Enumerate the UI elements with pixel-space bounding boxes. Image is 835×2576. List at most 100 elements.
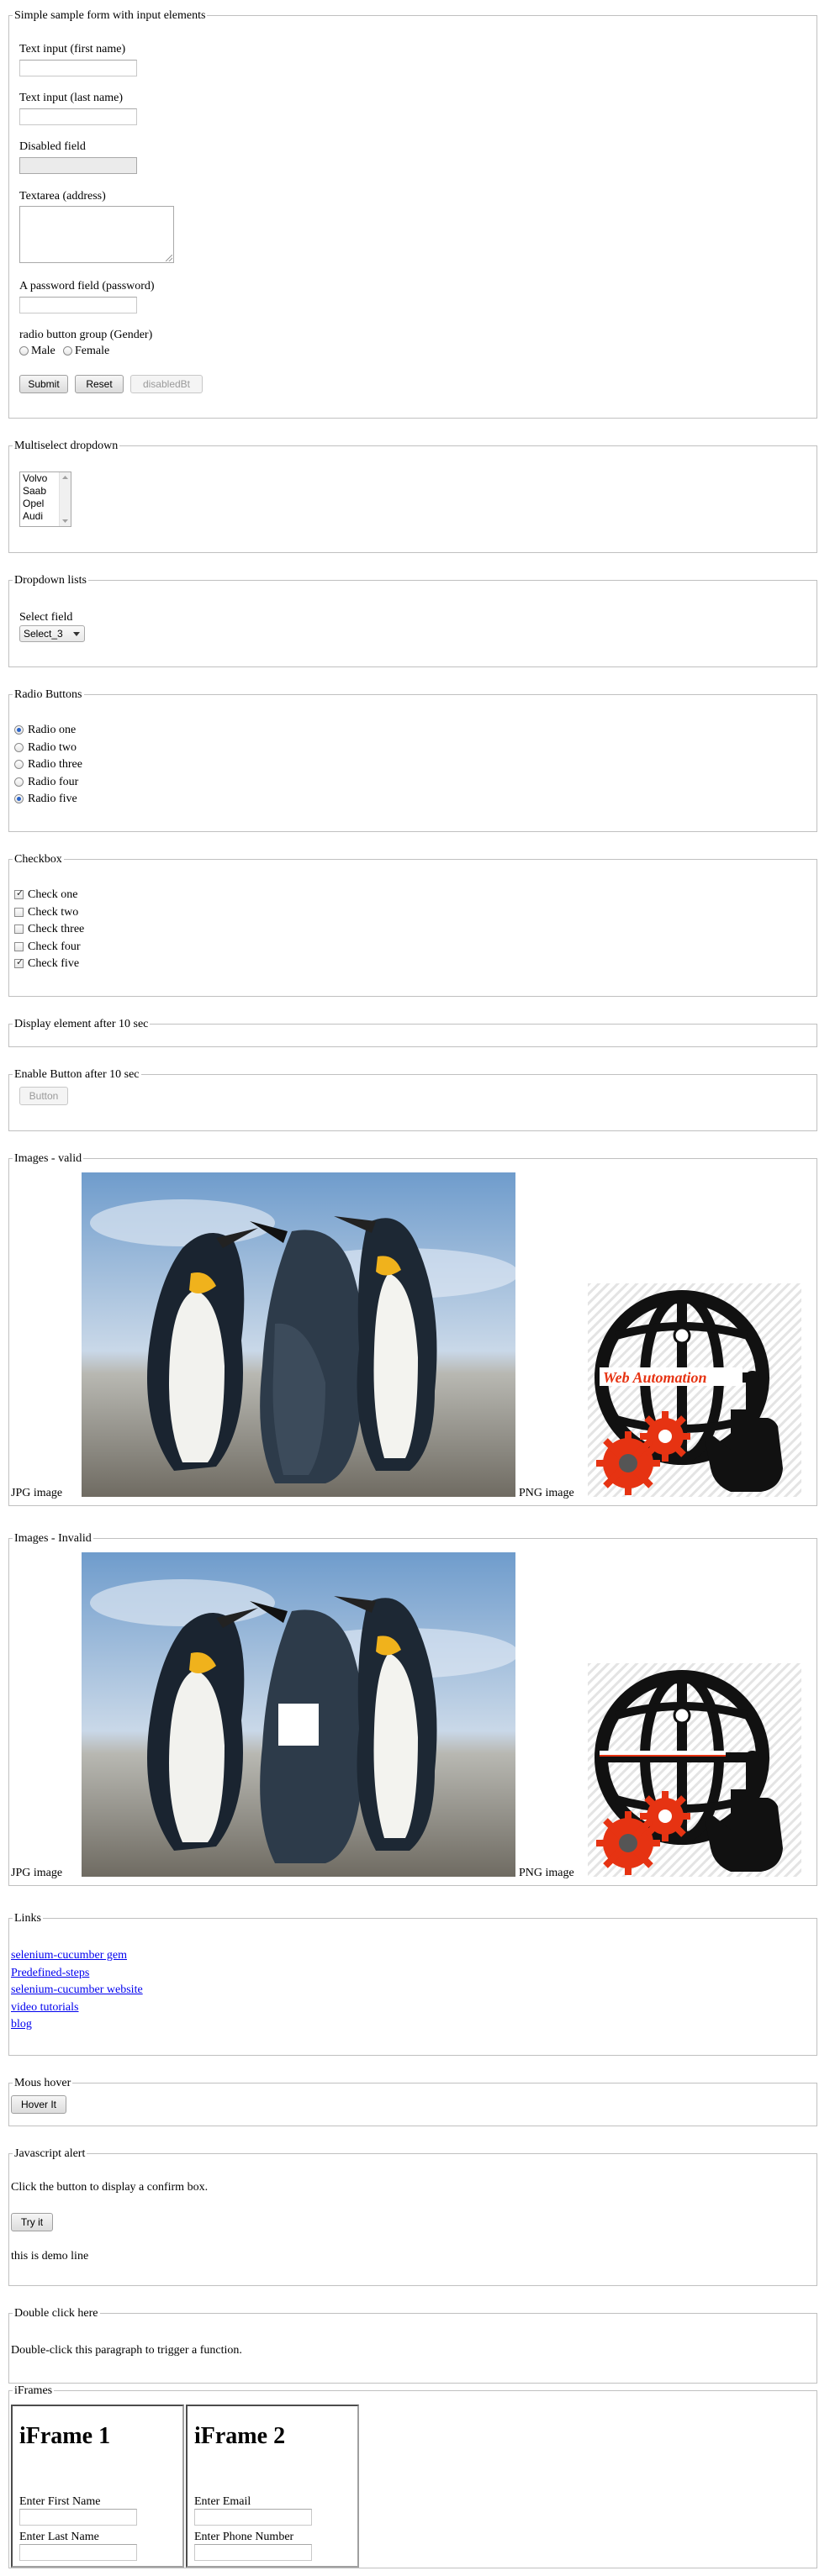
- javascript-alert-fieldset: Javascript alert Click the button to dis…: [8, 2147, 817, 2286]
- images-valid-legend: Images - valid: [13, 1152, 84, 1166]
- web-automation-png-image: Web Automation: [588, 1283, 801, 1497]
- radio-label-1: Radio one: [28, 724, 77, 736]
- disabled-field-input: [19, 157, 137, 174]
- gender-male-label: Male: [31, 345, 55, 357]
- png-image-invalid-label: PNG image: [519, 1867, 574, 1879]
- display-after-fieldset: Display element after 10 sec: [8, 1018, 817, 1047]
- checkmark-icon: ✓: [16, 888, 24, 898]
- radio-button-3[interactable]: [14, 760, 24, 769]
- checkmark-icon: ✓: [16, 956, 24, 967]
- gender-female-label: Female: [75, 345, 110, 357]
- dropdown-fieldset: Dropdown lists Select field Select_3: [8, 574, 817, 667]
- submit-button[interactable]: Submit: [19, 375, 68, 393]
- cars-multiselect[interactable]: Volvo Saab Opel Audi: [19, 471, 71, 527]
- last-name-input[interactable]: [19, 108, 137, 125]
- password-label: A password field (password): [19, 280, 155, 292]
- checkbox-2[interactable]: [14, 907, 24, 917]
- dropdown-legend: Dropdown lists: [13, 574, 88, 587]
- web-automation-png-image-broken: [588, 1663, 801, 1877]
- enable-after-fieldset: Enable Button after 10 sec Button: [8, 1068, 817, 1131]
- enable-after-legend: Enable Button after 10 sec: [13, 1068, 141, 1082]
- try-it-button[interactable]: Try it: [11, 2213, 53, 2231]
- radio-label-2: Radio two: [28, 740, 77, 754]
- option-audi[interactable]: Audi: [23, 510, 43, 523]
- sample-form-legend: Simple sample form with input elements: [13, 9, 208, 23]
- iframe-1-first-name-label: Enter First Name: [19, 2495, 101, 2508]
- iframe-2-email-input[interactable]: [194, 2509, 312, 2526]
- resize-grip-icon[interactable]: [166, 255, 172, 261]
- iframe-1-last-name-label: Enter Last Name: [19, 2531, 99, 2543]
- address-textarea[interactable]: [19, 206, 174, 263]
- mouse-hover-legend: Mous hover: [13, 2077, 73, 2090]
- option-volvo[interactable]: Volvo: [23, 472, 47, 485]
- double-click-paragraph[interactable]: Double-click this paragraph to trigger a…: [11, 2344, 242, 2357]
- checkbox-legend: Checkbox: [13, 853, 64, 867]
- images-invalid-legend: Images - Invalid: [13, 1532, 93, 1546]
- iframes-fieldset: iFrames iFrame 1 Enter First Name Enter …: [8, 2384, 817, 2568]
- links-legend: Links: [13, 1912, 43, 1925]
- iframe-1-first-name-input[interactable]: [19, 2509, 137, 2526]
- radio-button-5[interactable]: [14, 794, 24, 803]
- images-invalid-fieldset: Images - Invalid JPG image PNG image: [8, 1532, 817, 1886]
- radio-button-4[interactable]: [14, 777, 24, 787]
- double-click-legend: Double click here: [13, 2307, 100, 2321]
- jpg-image-label: JPG image: [11, 1487, 63, 1499]
- link-5[interactable]: blog: [11, 2018, 32, 2031]
- iframe-2-email-label: Enter Email: [194, 2495, 251, 2508]
- radio-label-5: Radio five: [28, 793, 77, 805]
- option-saab[interactable]: Saab: [23, 485, 46, 498]
- select-field-dropdown[interactable]: Select_3: [19, 625, 85, 642]
- select-selected-value: Select_3: [24, 628, 63, 640]
- radio-label-4: Radio four: [28, 775, 79, 788]
- iframe-1-last-name-input[interactable]: [19, 2544, 137, 2561]
- radio-button-1[interactable]: [14, 725, 24, 735]
- link-2[interactable]: Predefined-steps: [11, 1967, 89, 1980]
- radio-button-2[interactable]: [14, 742, 24, 752]
- alert-description: Click the button to display a confirm bo…: [11, 2181, 209, 2194]
- listbox-scrollbar[interactable]: [59, 472, 71, 526]
- option-opel[interactable]: Opel: [23, 498, 44, 510]
- iframe-1[interactable]: iFrame 1 Enter First Name Enter Last Nam…: [11, 2405, 184, 2568]
- logo-text: Web Automation: [603, 1369, 707, 1386]
- radio-buttons-legend: Radio Buttons: [13, 688, 84, 702]
- checkbox-5[interactable]: ✓: [14, 956, 24, 968]
- images-valid-fieldset: Images - valid JPG image PNG image Web A…: [8, 1152, 817, 1506]
- gender-male-radio[interactable]: [19, 346, 29, 356]
- checkbox-label-5: Check five: [28, 957, 80, 970]
- iframe-2-phone-input[interactable]: [194, 2544, 312, 2561]
- demo-line-text: this is demo line: [11, 2250, 89, 2263]
- link-3[interactable]: selenium-cucumber website: [11, 1983, 143, 1997]
- first-name-label: Text input (first name): [19, 43, 126, 55]
- penguins-jpg-image-broken: [82, 1552, 515, 1877]
- link-1[interactable]: selenium-cucumber gem: [11, 1949, 127, 1962]
- checkbox-4[interactable]: [14, 941, 24, 951]
- gender-female-radio[interactable]: [63, 346, 72, 356]
- mouse-hover-fieldset: Mous hover Hover It: [8, 2077, 817, 2126]
- radio-buttons-fieldset: Radio Buttons Radio one Radio two Radio th…: [8, 688, 817, 832]
- checkbox-3[interactable]: [14, 925, 24, 934]
- last-name-label: Text input (last name): [19, 92, 124, 104]
- display-after-legend: Display element after 10 sec: [13, 1018, 151, 1031]
- iframe-2[interactable]: iFrame 2 Enter Email Enter Phone Number: [186, 2405, 359, 2568]
- hover-it-button[interactable]: Hover It: [11, 2095, 66, 2114]
- png-image-label: PNG image: [519, 1487, 574, 1499]
- delayed-enable-button[interactable]: Button: [19, 1087, 68, 1105]
- reset-button[interactable]: Reset: [75, 375, 124, 393]
- password-input[interactable]: [19, 297, 137, 313]
- gender-label: radio button group (Gender): [19, 329, 153, 341]
- chevron-down-icon: [73, 632, 80, 636]
- iframe-2-phone-label: Enter Phone Number: [194, 2531, 294, 2543]
- radio-label-3: Radio three: [28, 758, 82, 771]
- penguins-jpg-image: [82, 1172, 515, 1497]
- disabled-button: disabledBt: [130, 375, 203, 393]
- textarea-label: Textarea (address): [19, 190, 106, 203]
- jpg-image-invalid-label: JPG image: [11, 1867, 63, 1879]
- iframe-1-title: iFrame 1: [19, 2423, 111, 2449]
- checkbox-label-1: Check one: [28, 888, 78, 901]
- link-4[interactable]: video tutorials: [11, 2001, 79, 2015]
- checkbox-label-4: Check four: [28, 940, 81, 953]
- checkbox-1[interactable]: ✓: [14, 888, 24, 899]
- checkbox-label-3: Check three: [28, 923, 85, 935]
- iframes-legend: iFrames: [13, 2384, 55, 2398]
- first-name-input[interactable]: [19, 60, 137, 76]
